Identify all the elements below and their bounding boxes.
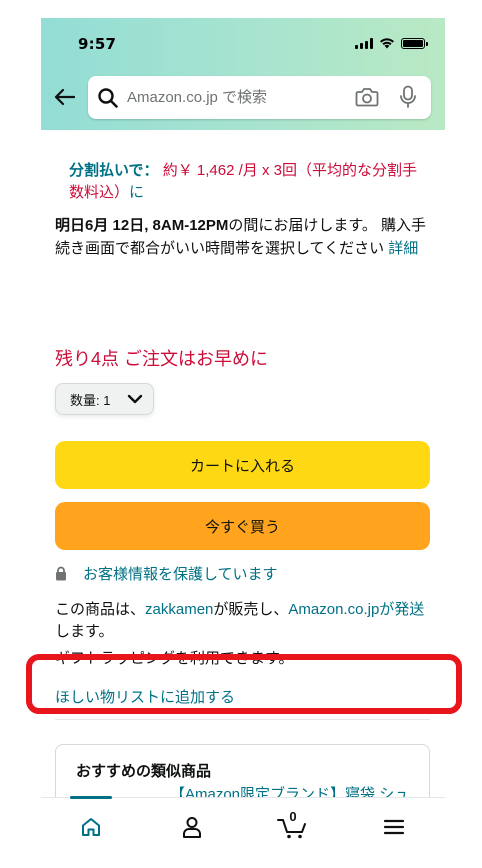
secure-transaction-label: お客様情報を保護しています [83, 566, 278, 583]
delivery-info: 明日6月 12日, 8AM-12PMの間にお届けします。 購入手続き画面で都合が… [55, 215, 430, 260]
account-icon [183, 817, 201, 838]
lock-icon [56, 566, 66, 581]
delivery-details-link[interactable]: 詳細 [388, 240, 418, 257]
battery-icon [401, 37, 428, 49]
tab-menu[interactable] [374, 812, 414, 842]
shipper-link[interactable]: Amazon.co.jpが発送 [288, 601, 424, 618]
search-icon [98, 87, 118, 108]
recommendation-title: おすすめの類似商品 [76, 763, 212, 780]
cart-count: 0 [289, 809, 297, 824]
divider [55, 719, 430, 720]
back-arrow-icon [54, 88, 75, 106]
tab-cart[interactable]: 0 [273, 809, 313, 842]
back-button[interactable] [51, 84, 77, 110]
secure-transaction[interactable]: お客様情報を保護しています [55, 563, 278, 584]
installment-link[interactable]: に [129, 184, 144, 201]
microphone-icon[interactable] [399, 85, 417, 109]
bottom-tab-bar: 0 [41, 796, 445, 868]
seller-middle: が販売し、 [213, 601, 289, 618]
phone-screen: 9:57 Amazon.co.jp で検索 分割払いで： 約￥ 1,462 /月… [41, 18, 445, 868]
status-time: 9:57 [78, 35, 117, 53]
app-header: 9:57 [41, 18, 445, 130]
delivery-date: 明日6月 12日, 8AM-12PM [55, 217, 229, 234]
quantity-label: 数量: 1 [70, 392, 111, 408]
chevron-down-icon [127, 394, 143, 404]
installment-label: 分割払いで： [69, 162, 159, 179]
seller-suffix: します。 [55, 623, 114, 640]
buy-now-button[interactable]: 今すぐ買う [55, 502, 430, 550]
add-to-cart-button[interactable]: カートに入れる [55, 441, 430, 489]
seller-link[interactable]: zakkamen [145, 601, 213, 618]
search-input[interactable] [127, 89, 337, 106]
signal-icon [355, 37, 373, 49]
installment-info: 分割払いで： 約￥ 1,462 /月 x 3回（平均的な分割手数料込）に [69, 160, 424, 204]
camera-icon[interactable] [355, 86, 379, 108]
tab-account[interactable] [172, 812, 212, 842]
tab-home[interactable] [71, 812, 111, 842]
stock-message: 残り4点 ご注文はお早めに [55, 349, 269, 369]
menu-icon [383, 819, 405, 835]
quantity-selector[interactable]: 数量: 1 [55, 383, 154, 415]
home-icon [82, 818, 100, 836]
seller-prefix: この商品は、 [55, 601, 146, 618]
wifi-icon [380, 38, 394, 49]
highlight-box [26, 654, 462, 714]
status-icons [355, 37, 428, 49]
active-tab-indicator [70, 796, 112, 799]
search-bar[interactable] [88, 76, 431, 119]
seller-info: この商品は、zakkamenが販売し、Amazon.co.jpが発送します。 [55, 599, 433, 643]
